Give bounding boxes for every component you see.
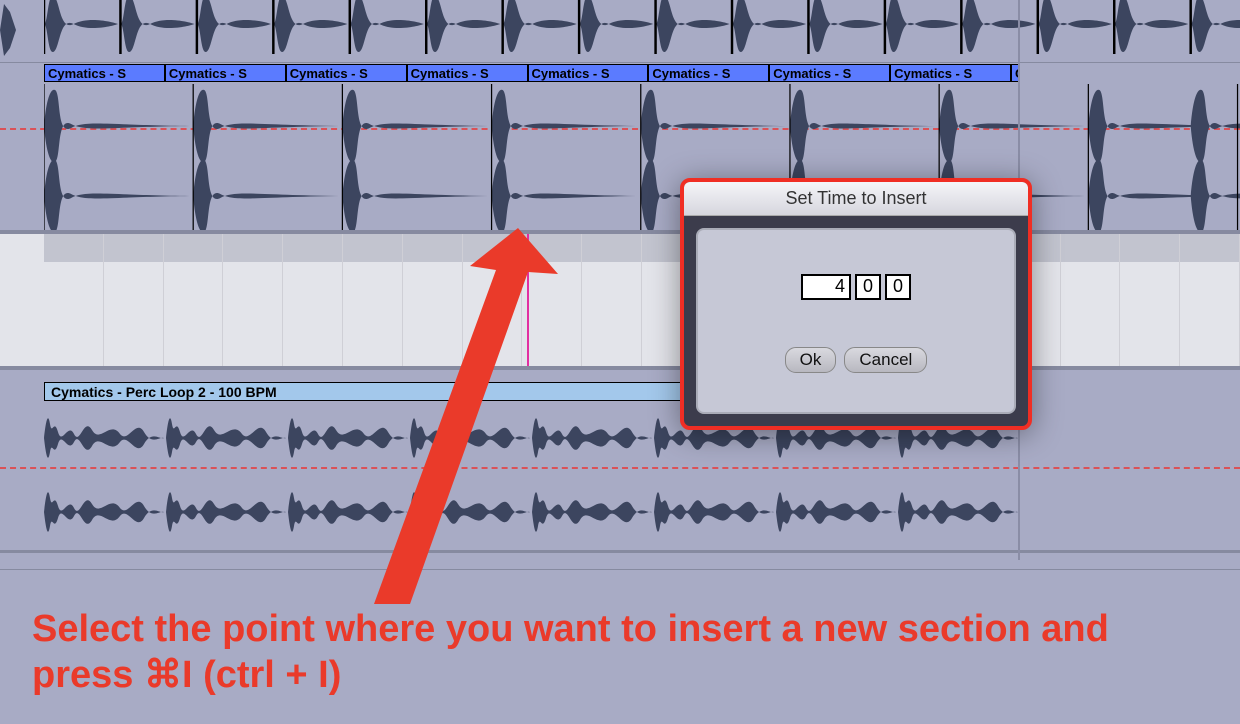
audio-clip[interactable]: Cymatics - S — [769, 64, 890, 82]
cancel-button[interactable]: Cancel — [844, 347, 927, 373]
clip-label: Cymatics - S — [290, 66, 368, 81]
clip-label: Cymatics - S — [652, 66, 730, 81]
playhead-cursor[interactable] — [527, 234, 529, 370]
ticks-input[interactable] — [885, 274, 911, 300]
clip-label: Cymatics - S — [169, 66, 247, 81]
clip-label: Cymatics - S — [411, 66, 489, 81]
audio-clip[interactable]: Cymatics - S — [648, 64, 769, 82]
audio-clip[interactable]: Cymatics - S — [890, 64, 1011, 82]
annotation-text: Select the point where you want to inser… — [32, 606, 1172, 699]
audio-clip[interactable]: Cymatics - S — [286, 64, 407, 82]
timeline-ruler[interactable] — [0, 234, 1240, 366]
clip-label: Cymatics - S — [894, 66, 972, 81]
audio-clip[interactable]: Cymatics - S — [407, 64, 528, 82]
audio-clip[interactable]: Cymatics - S — [165, 64, 286, 82]
clip-header-row: Cymatics - S Cymatics - S Cymatics - S C… — [44, 64, 1019, 82]
clip-label: Cymatics - S — [48, 66, 126, 81]
audio-clip[interactable]: Cymatics - S — [44, 64, 165, 82]
dialog-title: Set Time to Insert — [684, 182, 1028, 216]
audio-clip[interactable]: Cymatics - S — [528, 64, 649, 82]
clip-label: Cymatics - S — [532, 66, 610, 81]
beats-input[interactable] — [855, 274, 881, 300]
ok-button[interactable]: Ok — [785, 347, 837, 373]
set-time-dialog: Set Time to Insert Ok Cancel — [680, 178, 1032, 430]
clip-label: Cymatics - S — [773, 66, 851, 81]
time-input-group — [801, 274, 911, 300]
bars-input[interactable] — [801, 274, 851, 300]
dialog-title-text: Set Time to Insert — [785, 188, 926, 209]
clip-label: Cymatics - Perc Loop 2 - 100 BPM — [51, 384, 277, 400]
